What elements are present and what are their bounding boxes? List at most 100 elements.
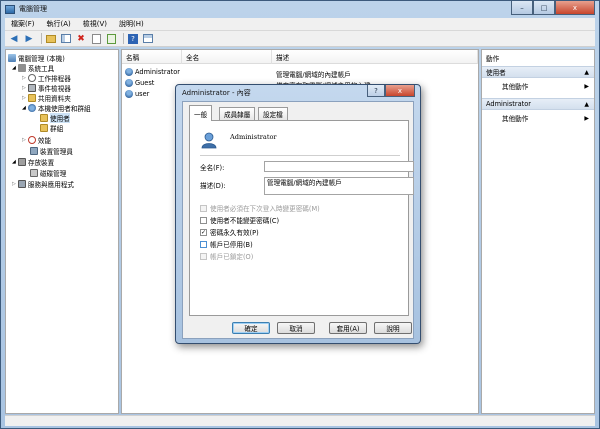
tab-general[interactable]: 一般 [189,105,213,121]
tree-item-device-manager[interactable]: 裝置管理員 [30,146,73,156]
password-never-expires-checkbox[interactable]: ✓ 密碼永久有效(P) [200,227,259,237]
tree-item-performance[interactable]: ▷ 效能 [22,135,51,145]
show-hide-tree-icon[interactable] [60,33,72,45]
section-title: Administrator [486,100,531,108]
apply-button[interactable]: 套用(A) [329,322,367,334]
description-input[interactable]: 管理電腦/網域的內建帳戶 [264,177,414,195]
actions-section-users[interactable]: 使用者 ▲ [482,66,594,78]
column-header-name[interactable]: 名稱 [122,50,182,64]
back-arrow-icon[interactable]: ◀ [8,33,20,45]
dialog-title: Administrator - 內容 [182,89,251,97]
forward-arrow-icon[interactable]: ▶ [23,33,35,45]
action-label: 其他動作 [502,115,529,123]
tree-item-task-scheduler[interactable]: ▷ 工作排程器 [22,73,71,83]
collapse-arrow-icon[interactable]: ▲ [584,69,589,76]
fullname-input[interactable] [264,161,414,172]
tree-item-label: 裝置管理員 [40,148,73,156]
expand-arrow-icon[interactable]: ▷ [22,75,26,81]
help-button[interactable]: 說明 [374,322,412,334]
tree-item-label: 電腦管理 (本機) [18,55,65,63]
check-mark-icon[interactable]: ✓ [200,228,207,236]
list-row[interactable]: Administrator 管理電腦/網域的內建帳戶 [122,67,478,79]
maximize-button[interactable]: □ [533,1,555,15]
tree-item-label: 存放裝置 [27,159,55,167]
expand-arrow-icon[interactable]: ▷ [22,95,26,101]
computer-icon [8,54,16,62]
tree-item-label: 效能 [37,137,52,145]
description-label: 描述(D): [200,182,226,190]
up-folder-icon[interactable] [45,33,57,45]
collapse-arrow-icon[interactable]: ◢ [12,65,16,71]
actions-pane: 動作 使用者 ▲ 其他動作 ▶ Administrator ▲ 其他動作 ▶ [481,49,595,414]
tree-item-label: 服務與應用程式 [27,181,75,189]
status-bar [5,415,595,426]
dialog-controls: ? x [367,85,415,97]
tree-item-event-viewer[interactable]: ▷ 事件檢視器 [22,83,71,93]
tree-item-local-users-groups[interactable]: ◢ 本機使用者和群組 [22,103,91,113]
tree-item-label: 磁碟管理 [40,170,67,178]
user-name: user [135,90,150,98]
more-actions-users[interactable]: 其他動作 ▶ [482,80,594,92]
properties-dialog: Administrator - 內容 ? x 一般 成員隸屬 設定檔 Admin… [175,84,421,344]
menu-file[interactable]: 檔案(F) [5,19,41,29]
tree-item-users[interactable]: 使用者 [40,113,70,123]
user-name: Guest [135,79,155,87]
dialog-help-button[interactable]: ? [367,85,385,97]
expand-arrow-icon[interactable]: ▷ [22,85,26,91]
account-locked-checkbox: 帳戶已鎖定(O) [200,251,253,261]
user-icon [125,68,133,76]
checkbox-label: 使用者不能變更密碼(C) [210,217,280,225]
dialog-username: Administrator [230,133,277,141]
actions-section-administrator[interactable]: Administrator ▲ [482,98,594,110]
delete-icon[interactable]: ✖ [75,33,87,45]
dialog-body: 一般 成員隸屬 設定檔 Administrator 全名(F): 描述(D): … [182,101,414,339]
tree-item-disk-management[interactable]: 磁碟管理 [30,168,66,178]
user-icon [125,90,133,98]
close-button[interactable]: x [555,1,595,15]
collapse-arrow-icon[interactable]: ▲ [584,101,589,108]
folder-icon [40,124,48,132]
menu-help[interactable]: 說明(H) [113,19,150,29]
console-icon[interactable] [142,33,154,45]
toolbar-separator [41,33,42,44]
tree-item-computer-management[interactable]: 電腦管理 (本機) [8,53,65,63]
tree-item-storage[interactable]: ◢ 存放裝置 [12,157,54,167]
divider [200,155,400,156]
checkbox-box[interactable] [200,216,207,224]
menu-view[interactable]: 檢視(V) [77,19,113,29]
checkbox-box[interactable] [200,240,207,248]
tree-item-services-applications[interactable]: ▷ 服務與應用程式 [12,179,74,189]
properties-icon[interactable] [90,33,102,45]
dialog-close-button[interactable]: x [385,85,415,97]
tab-member-of[interactable]: 成員隸屬 [219,107,256,120]
account-disabled-checkbox[interactable]: 帳戶已停用(B) [200,239,253,249]
cannot-change-password-checkbox[interactable]: 使用者不能變更密碼(C) [200,215,279,225]
users-icon [27,104,36,112]
tree-item-label: 使用者 [50,113,70,123]
export-icon[interactable] [105,33,117,45]
checkbox-box [200,252,207,260]
column-header-fullname[interactable]: 全名 [182,50,272,64]
ok-button[interactable]: 確定 [232,322,270,334]
disk-icon [30,169,38,177]
tree-item-label: 共用資料夾 [37,95,71,103]
tree-item-shared-folders[interactable]: ▷ 共用資料夾 [22,93,71,103]
tree-item-system-tools[interactable]: ◢ 系統工具 [12,63,54,73]
column-header-description[interactable]: 描述 [272,50,478,64]
collapse-arrow-icon[interactable]: ◢ [12,159,16,165]
toolbar-separator [123,33,124,44]
cancel-button[interactable]: 取消 [277,322,315,334]
expand-arrow-icon[interactable]: ▷ [12,181,16,187]
more-actions-administrator[interactable]: 其他動作 ▶ [482,112,594,124]
user-name: Administrator [135,68,180,76]
menu-action[interactable]: 執行(A) [41,19,77,29]
minimize-button[interactable]: – [511,1,533,15]
expand-arrow-icon[interactable]: ▷ [22,137,26,143]
checkbox-label: 帳戶已停用(B) [210,241,253,249]
tree-item-groups[interactable]: 群組 [40,123,63,133]
tree-item-label: 事件檢視器 [37,85,71,93]
tab-profile[interactable]: 設定檔 [258,107,288,120]
help-icon[interactable]: ? [127,33,139,45]
collapse-arrow-icon[interactable]: ◢ [22,105,26,111]
storage-icon [17,158,26,166]
